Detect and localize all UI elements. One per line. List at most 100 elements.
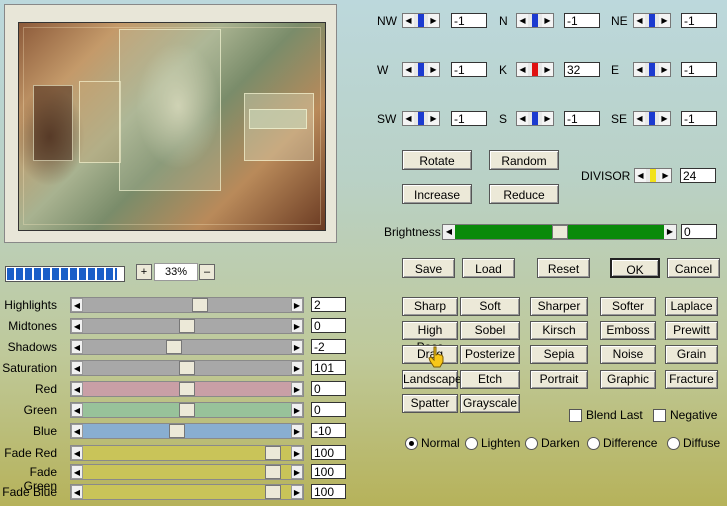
sw-spinner[interactable]: ◀ ▶	[402, 111, 440, 126]
highlights-left-arrow[interactable]: ◀	[71, 298, 83, 312]
red-right-arrow[interactable]: ▶	[291, 382, 303, 396]
n-value[interactable]: -1	[564, 13, 600, 28]
midtones-thumb[interactable]	[179, 319, 195, 333]
n-spinner[interactable]: ◀ ▶	[516, 13, 554, 28]
sw-value[interactable]: -1	[451, 111, 487, 126]
preset-prewitt-button[interactable]: Prewitt	[665, 321, 718, 340]
blue-left-arrow[interactable]: ◀	[71, 424, 83, 438]
k-decrement[interactable]: ◀	[517, 63, 528, 76]
k-increment[interactable]: ▶	[542, 63, 553, 76]
highlights-right-arrow[interactable]: ▶	[291, 298, 303, 312]
load-button[interactable]: Load	[462, 258, 515, 278]
preset-softer-button[interactable]: Softer	[600, 297, 656, 316]
mode-difference-radio[interactable]	[587, 437, 600, 450]
highlights-slider[interactable]: ◀ ▶	[70, 297, 304, 313]
fade-blue-value[interactable]: 100	[311, 484, 346, 499]
midtones-right-arrow[interactable]: ▶	[291, 319, 303, 333]
preset-etch-button[interactable]: Etch	[460, 370, 520, 389]
fade-green-left-arrow[interactable]: ◀	[71, 465, 83, 479]
e-spinner[interactable]: ◀ ▶	[633, 62, 671, 77]
red-left-arrow[interactable]: ◀	[71, 382, 83, 396]
blue-right-arrow[interactable]: ▶	[291, 424, 303, 438]
s-decrement[interactable]: ◀	[517, 112, 528, 125]
brightness-thumb[interactable]	[551, 225, 568, 239]
w-increment[interactable]: ▶	[428, 63, 439, 76]
midtones-left-arrow[interactable]: ◀	[71, 319, 83, 333]
ne-value[interactable]: -1	[681, 13, 717, 28]
red-value[interactable]: 0	[311, 381, 346, 396]
se-increment[interactable]: ▶	[659, 112, 670, 125]
shadows-value[interactable]: -2	[311, 339, 346, 354]
preset-high-pass-button[interactable]: High Pass	[402, 321, 458, 354]
fade-blue-right-arrow[interactable]: ▶	[291, 485, 303, 499]
saturation-value[interactable]: 101	[311, 360, 346, 375]
preset-grayscale-button[interactable]: Grayscale	[460, 394, 520, 413]
e-decrement[interactable]: ◀	[634, 63, 645, 76]
fade-red-right-arrow[interactable]: ▶	[291, 446, 303, 460]
brightness-slider[interactable]: ◀ ▶	[442, 224, 677, 240]
w-decrement[interactable]: ◀	[403, 63, 414, 76]
divisor-spinner[interactable]: ◀ ▶	[634, 168, 672, 183]
preset-noise-button[interactable]: Noise	[600, 345, 656, 364]
preset-fracture-button[interactable]: Fracture	[665, 370, 718, 389]
negative-checkbox[interactable]	[653, 409, 666, 422]
ok-button[interactable]: OK	[610, 258, 660, 278]
green-value[interactable]: 0	[311, 402, 346, 417]
reset-button[interactable]: Reset	[537, 258, 590, 278]
random-button[interactable]: Random	[489, 150, 559, 170]
green-left-arrow[interactable]: ◀	[71, 403, 83, 417]
e-value[interactable]: -1	[681, 62, 717, 77]
red-slider[interactable]: ◀ ▶	[70, 381, 304, 397]
preset-grain-button[interactable]: Grain	[665, 345, 718, 364]
fade-green-right-arrow[interactable]: ▶	[291, 465, 303, 479]
fade-green-value[interactable]: 100	[311, 464, 346, 479]
s-increment[interactable]: ▶	[542, 112, 553, 125]
preset-kirsch-button[interactable]: Kirsch	[530, 321, 588, 340]
preset-posterize-button[interactable]: Posterize	[460, 345, 520, 364]
fade-blue-slider[interactable]: ◀ ▶	[70, 484, 304, 500]
fade-red-slider[interactable]: ◀ ▶	[70, 445, 304, 461]
saturation-right-arrow[interactable]: ▶	[291, 361, 303, 375]
brightness-value[interactable]: 0	[681, 224, 717, 239]
preset-portrait-button[interactable]: Portrait	[530, 370, 588, 389]
midtones-slider[interactable]: ◀ ▶	[70, 318, 304, 334]
shadows-right-arrow[interactable]: ▶	[291, 340, 303, 354]
zoom-in-button[interactable]: +	[136, 264, 152, 280]
mode-darken-radio[interactable]	[525, 437, 538, 450]
fade-green-thumb[interactable]	[265, 465, 282, 479]
highlights-thumb[interactable]	[192, 298, 209, 312]
nw-decrement[interactable]: ◀	[403, 14, 414, 27]
preset-sobel-button[interactable]: Sobel	[460, 321, 520, 340]
w-spinner[interactable]: ◀ ▶	[402, 62, 440, 77]
nw-increment[interactable]: ▶	[428, 14, 439, 27]
fade-blue-thumb[interactable]	[265, 485, 282, 499]
increase-button[interactable]: Increase	[402, 184, 472, 204]
shadows-left-arrow[interactable]: ◀	[71, 340, 83, 354]
sw-decrement[interactable]: ◀	[403, 112, 414, 125]
sw-increment[interactable]: ▶	[428, 112, 439, 125]
se-decrement[interactable]: ◀	[634, 112, 645, 125]
fade-red-thumb[interactable]	[265, 446, 282, 460]
n-decrement[interactable]: ◀	[517, 14, 528, 27]
preset-graphic-button[interactable]: Graphic	[600, 370, 656, 389]
nw-spinner[interactable]: ◀ ▶	[402, 13, 440, 28]
highlights-value[interactable]: 2	[311, 297, 346, 312]
mode-normal-radio[interactable]	[405, 437, 418, 450]
blue-value[interactable]: -10	[311, 423, 346, 438]
k-spinner[interactable]: ◀ ▶	[516, 62, 554, 77]
e-increment[interactable]: ▶	[659, 63, 670, 76]
blend-last-checkbox[interactable]	[569, 409, 582, 422]
fade-red-value[interactable]: 100	[311, 445, 346, 460]
save-button[interactable]: Save	[402, 258, 455, 278]
nw-value[interactable]: -1	[451, 13, 487, 28]
reduce-button[interactable]: Reduce	[489, 184, 559, 204]
cancel-button[interactable]: Cancel	[667, 258, 720, 278]
saturation-thumb[interactable]	[179, 361, 195, 375]
s-spinner[interactable]: ◀ ▶	[516, 111, 554, 126]
green-thumb[interactable]	[179, 403, 195, 417]
zoom-out-button[interactable]: –	[199, 264, 215, 280]
fade-red-left-arrow[interactable]: ◀	[71, 446, 83, 460]
ne-decrement[interactable]: ◀	[634, 14, 645, 27]
green-slider[interactable]: ◀ ▶	[70, 402, 304, 418]
k-value[interactable]: 32	[564, 62, 600, 77]
